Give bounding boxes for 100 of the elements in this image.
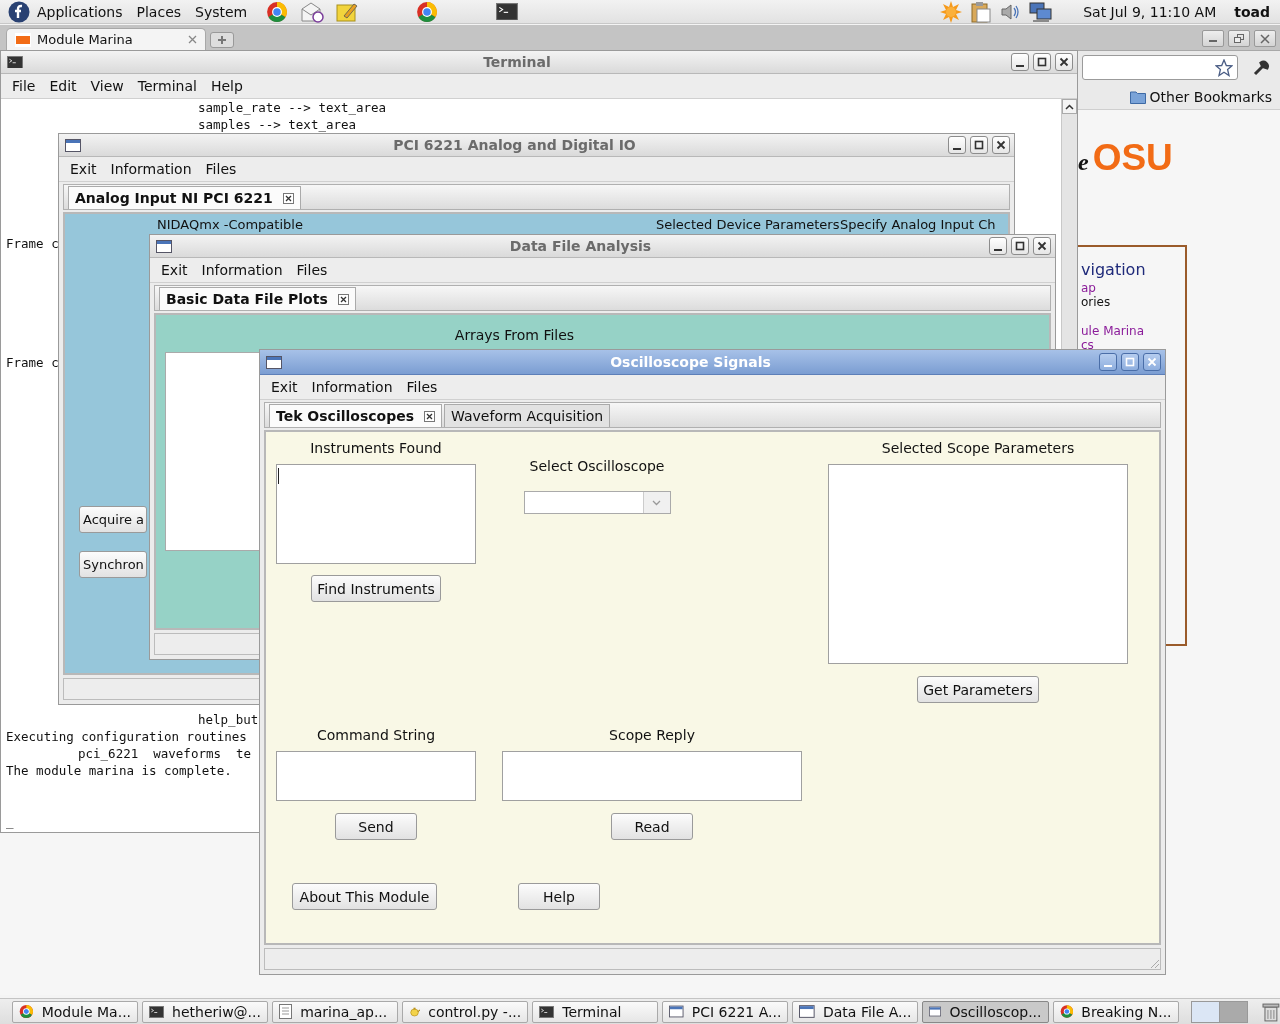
field-label: Command String xyxy=(316,727,436,744)
terminal-line: The module marina is complete. xyxy=(6,762,232,779)
menu-item[interactable]: Exit xyxy=(63,158,104,180)
field-label: Select Oscilloscope xyxy=(529,458,665,475)
menu-item[interactable]: Exit xyxy=(154,259,195,281)
action-button[interactable]: Synchron xyxy=(79,551,147,578)
terminal-line: Executing configuration routines xyxy=(6,728,247,745)
close-icon xyxy=(424,410,436,422)
resize-grip-icon[interactable] xyxy=(1148,957,1160,969)
reply-field[interactable] xyxy=(502,751,802,801)
window-title: Data File Analysis xyxy=(508,238,653,254)
instrument-list[interactable] xyxy=(276,464,476,564)
command-field[interactable] xyxy=(276,751,476,801)
restore-button[interactable] xyxy=(1228,30,1250,47)
menu-item[interactable]: Files xyxy=(289,259,335,281)
address-field[interactable] xyxy=(1082,55,1238,80)
tab[interactable]: Tek Oscilloscopes xyxy=(269,404,443,427)
about-button[interactable]: About This Module xyxy=(292,883,437,910)
menu-item[interactable]: Help xyxy=(203,75,250,97)
round-logo-icon xyxy=(19,1004,34,1019)
nav-link[interactable]: cs xyxy=(1081,338,1094,352)
tab[interactable]: Analog Input NI PCI 6221 xyxy=(68,186,301,209)
distro-logo-icon[interactable] xyxy=(8,0,30,23)
taskbar-item[interactable]: Breaking N... xyxy=(1052,1000,1179,1023)
network-icon[interactable] xyxy=(1029,0,1054,23)
folder-icon xyxy=(1129,89,1146,104)
workspace-switcher[interactable] xyxy=(1190,1000,1249,1023)
browser-tab[interactable]: Module Marina xyxy=(6,28,206,50)
star-icon[interactable] xyxy=(1215,58,1233,77)
menu-item[interactable]: Files xyxy=(198,158,244,180)
close-icon xyxy=(1147,357,1157,367)
taskbar-item[interactable]: Data File A... xyxy=(792,1000,919,1023)
close-button[interactable] xyxy=(1055,53,1073,71)
minimize-button[interactable] xyxy=(1011,53,1029,71)
tab[interactable]: Waveform Acquisition xyxy=(444,404,611,427)
terminal-line: samples --> text_area xyxy=(198,116,357,133)
action-button[interactable]: Acquire a xyxy=(79,506,147,533)
user-name[interactable]: toad xyxy=(1234,3,1270,20)
logo-fragment: e xyxy=(1078,149,1089,176)
close-icon xyxy=(337,293,349,305)
menu-item[interactable]: Exit xyxy=(264,376,305,398)
minimize-button[interactable] xyxy=(948,136,966,154)
menu-item[interactable]: Information xyxy=(304,376,400,398)
menu-item[interactable]: File xyxy=(5,75,43,97)
terminal-icon xyxy=(496,2,519,21)
close-icon xyxy=(996,140,1006,150)
scroll-up-button[interactable] xyxy=(1062,99,1077,114)
taskbar-item[interactable]: Module Ma... xyxy=(12,1000,139,1023)
maximize-button[interactable] xyxy=(970,136,988,154)
menu-item[interactable]: Files xyxy=(399,376,445,398)
window-title: Terminal xyxy=(482,54,552,70)
new-tab-button[interactable] xyxy=(210,32,234,48)
taskbar-item[interactable]: Terminal xyxy=(532,1000,659,1023)
nav-link[interactable]: ap xyxy=(1081,281,1096,295)
close-button[interactable] xyxy=(1033,237,1051,255)
minimize-icon xyxy=(953,147,961,150)
bookmark-folder[interactable]: Other Bookmarks xyxy=(1129,88,1272,105)
terminal-icon xyxy=(7,55,23,69)
close-button[interactable] xyxy=(992,136,1010,154)
nav-link[interactable]: ule Marina xyxy=(1081,324,1145,338)
panel-menu[interactable]: System xyxy=(188,0,255,23)
clipboard-icon[interactable] xyxy=(971,0,992,23)
panel-menu[interactable]: Places xyxy=(129,0,189,23)
field-label: Scope Reply xyxy=(609,727,695,744)
menu-item[interactable]: Information xyxy=(194,259,290,281)
menu-item[interactable]: Terminal xyxy=(130,75,204,97)
minimize-button[interactable] xyxy=(989,237,1007,255)
window-icon xyxy=(266,355,282,369)
taskbar-item[interactable]: marina_ap... xyxy=(272,1000,399,1023)
menu-item[interactable]: Edit xyxy=(42,75,84,97)
panel-menu[interactable]: Applications xyxy=(30,0,130,23)
mail-clock-icon[interactable] xyxy=(300,0,325,23)
get-parameters-button[interactable]: Get Parameters xyxy=(917,676,1039,703)
maximize-button[interactable] xyxy=(1011,237,1029,255)
terminal-line: Frame c xyxy=(6,354,59,371)
window-icon xyxy=(65,138,81,152)
caret-icon xyxy=(1065,103,1074,110)
speaker-icon[interactable] xyxy=(1000,1,1021,22)
maximize-button[interactable] xyxy=(1033,53,1051,71)
section-label: Arrays From Files xyxy=(454,327,575,344)
menu-item[interactable]: View xyxy=(83,75,131,97)
trash-icon[interactable] xyxy=(1262,1001,1280,1022)
help-button[interactable]: Help xyxy=(518,883,600,910)
send-button[interactable]: Send xyxy=(335,813,417,840)
round-logo-icon xyxy=(266,0,289,23)
taskbar-item[interactable]: hetheriw@... xyxy=(142,1000,269,1023)
close-icon[interactable] xyxy=(188,35,197,44)
read-button[interactable]: Read xyxy=(611,813,693,840)
menu-item[interactable]: Information xyxy=(103,158,199,180)
round-logo-icon xyxy=(1059,1004,1074,1019)
find-button[interactable]: Find Instruments xyxy=(311,575,441,602)
window-title: Oscilloscope Signals xyxy=(609,354,772,370)
taskbar-item[interactable]: control.py -... xyxy=(402,1000,529,1023)
taskbar-item[interactable]: PCI 6221 A... xyxy=(662,1000,789,1023)
restore-icon xyxy=(1234,34,1244,43)
document-icon xyxy=(279,1004,293,1019)
taskbar-item[interactable]: Oscilloscop... xyxy=(922,1000,1049,1023)
tab[interactable]: Basic Data File Plots xyxy=(159,287,356,310)
maximize-icon xyxy=(1015,241,1025,251)
clock[interactable]: Sat Jul 9, 11:10 AM xyxy=(1083,3,1217,20)
